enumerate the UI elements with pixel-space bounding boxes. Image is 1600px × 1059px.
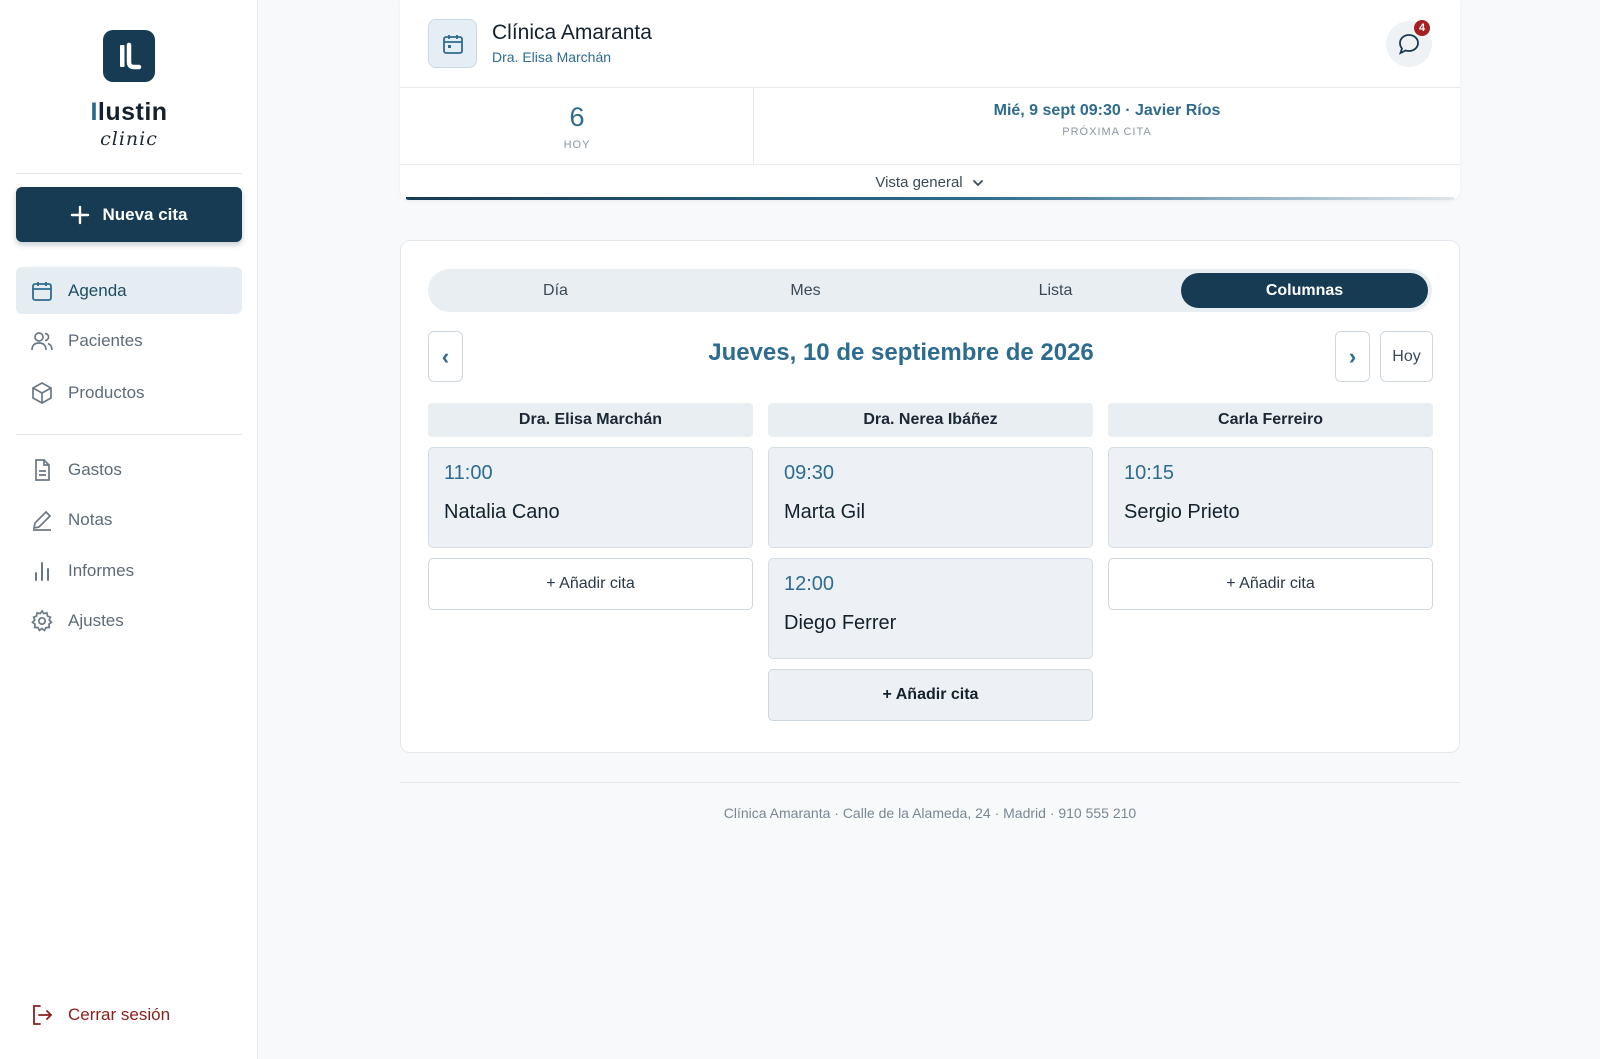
brand-subtitle: clinic <box>100 128 158 150</box>
sidebar: Ilustin clinic Nueva cita Agenda Pacient… <box>0 0 258 1059</box>
appointment-patient: Marta Gil <box>784 501 866 523</box>
tab-columnas[interactable]: Columnas <box>1181 273 1428 308</box>
logout-icon <box>33 1005 53 1025</box>
logout-button[interactable]: Cerrar sesión <box>16 1000 242 1030</box>
tab-mes[interactable]: Mes <box>682 273 929 308</box>
box-icon <box>32 381 52 404</box>
appointment-card[interactable]: 09:30 Marta Gil <box>768 447 1093 548</box>
add-appointment-button[interactable]: + Añadir cita <box>428 558 753 610</box>
today-button[interactable]: Hoy <box>1380 331 1433 382</box>
appointment-time: 09:30 <box>784 462 835 484</box>
calendar-panel: Día Mes Lista Columnas ‹ Jueves, 10 de s… <box>400 240 1460 753</box>
sidebar-item-label: Gastos <box>68 459 122 479</box>
clinic-name: Clínica Amaranta <box>492 21 652 44</box>
logout-label: Cerrar sesión <box>68 1005 171 1024</box>
clinic-doctor: Dra. Elisa Marchán <box>492 49 612 65</box>
document-icon <box>35 458 50 481</box>
new-appointment-button[interactable]: Nueva cita <box>16 187 242 242</box>
divider <box>16 173 242 174</box>
sidebar-item-label: Agenda <box>68 280 127 300</box>
view-tabs: Día Mes Lista Columnas <box>428 269 1432 312</box>
overview-toggle[interactable]: Vista general <box>400 174 1460 191</box>
sidebar-item-productos[interactable]: Productos <box>16 369 242 416</box>
notification-badge: 4 <box>1414 20 1430 36</box>
sidebar-item-gastos[interactable]: Gastos <box>16 446 242 493</box>
today-label: HOY <box>563 139 591 151</box>
appointment-time: 10:15 <box>1124 462 1175 484</box>
appointment-patient: Diego Ferrer <box>784 612 897 634</box>
calendar-icon <box>428 19 477 68</box>
previous-day-button[interactable]: ‹ <box>428 331 463 382</box>
today-stat: 6 HOY <box>400 88 754 165</box>
footer: Clínica Amaranta · Calle de la Alameda, … <box>723 805 1137 821</box>
clinic-header: Clínica Amaranta Dra. Elisa Marchán 4 6 … <box>400 0 1460 200</box>
sidebar-item-label: Notas <box>68 509 113 529</box>
footer-divider <box>400 782 1460 783</box>
staff-column: Dra. Nerea Ibáñez 09:30 Marta Gil 12:00 … <box>768 403 1093 721</box>
divider <box>16 434 242 435</box>
next-appointment-label: PRÓXIMA CITA <box>1062 126 1152 138</box>
logo-icon <box>103 30 155 82</box>
appointment-patient: Natalia Cano <box>444 501 560 523</box>
sidebar-item-label: Ajustes <box>68 610 124 630</box>
brand-wordmark: Ilustin <box>90 98 168 126</box>
column-header: Dra. Nerea Ibáñez <box>768 403 1093 437</box>
staff-column: Carla Ferreiro 10:15 Sergio Prieto + Aña… <box>1108 403 1433 610</box>
today-count: 6 <box>569 102 585 132</box>
plus-icon <box>71 205 90 224</box>
sidebar-item-pacientes[interactable]: Pacientes <box>16 317 242 364</box>
next-appointment: Mié, 9 sept 09:30 · Javier Ríos <box>993 102 1221 119</box>
gear-icon <box>31 609 53 632</box>
sidebar-item-informes[interactable]: Informes <box>16 547 242 594</box>
add-appointment-button[interactable]: + Añadir cita <box>768 669 1093 721</box>
appointment-patient: Sergio Prieto <box>1124 501 1240 523</box>
appointment-card[interactable]: 11:00 Natalia Cano <box>428 447 753 548</box>
column-header: Carla Ferreiro <box>1108 403 1433 437</box>
sidebar-item-notas[interactable]: Notas <box>16 496 242 543</box>
stats-row: 6 HOY Mié, 9 sept 09:30 · Javier Ríos PR… <box>400 87 1460 165</box>
sidebar-item-label: Productos <box>68 382 145 402</box>
current-date: Jueves, 10 de septiembre de 2026 <box>708 339 1094 366</box>
sidebar-item-ajustes[interactable]: Ajustes <box>16 597 242 644</box>
add-appointment-button[interactable]: + Añadir cita <box>1108 558 1433 610</box>
appointment-card[interactable]: 12:00 Diego Ferrer <box>768 558 1093 659</box>
column-header: Dra. Elisa Marchán <box>428 403 753 437</box>
calendar-icon <box>32 281 52 301</box>
appointment-card[interactable]: 10:15 Sergio Prieto <box>1108 447 1433 548</box>
sidebar-item-label: Informes <box>68 560 135 580</box>
users-icon <box>31 331 53 350</box>
tab-dia[interactable]: Día <box>432 273 679 308</box>
tab-lista[interactable]: Lista <box>932 273 1179 308</box>
bar-chart-icon <box>35 561 49 581</box>
appointment-time: 12:00 <box>784 573 835 595</box>
pen-icon <box>32 510 52 531</box>
accent-bar <box>406 197 1454 200</box>
staff-column: Dra. Elisa Marchán 11:00 Natalia Cano + … <box>428 403 753 610</box>
sidebar-item-agenda[interactable]: Agenda <box>16 267 242 314</box>
chevron-down-icon <box>972 179 983 186</box>
chat-icon <box>1398 34 1419 55</box>
appointment-time: 11:00 <box>444 462 493 484</box>
sidebar-item-label: Pacientes <box>68 330 143 350</box>
next-day-button[interactable]: › <box>1335 331 1370 382</box>
overview-label: Vista general <box>875 174 963 191</box>
new-appointment-label: Nueva cita <box>102 204 188 224</box>
